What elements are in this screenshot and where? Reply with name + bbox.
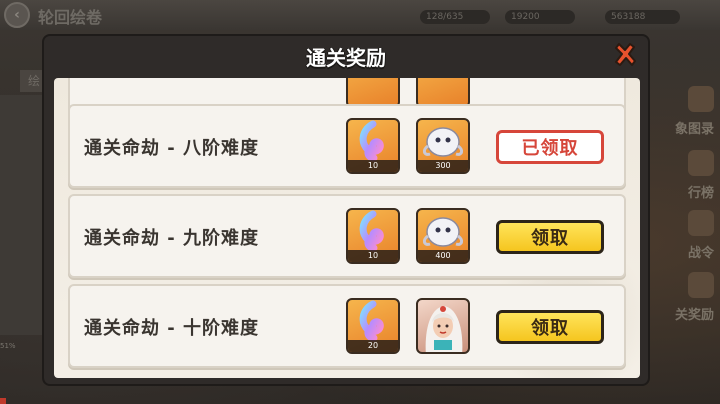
- percent-indicator: 51%: [0, 342, 16, 350]
- modal-title: 通关奖励: [306, 45, 386, 70]
- rewards-modal: 通关奖励 通关命劫 - 八阶难度 10 300 已领取 通关命劫 - 九阶难度 …: [42, 34, 650, 386]
- side-label-gallery[interactable]: 象图录: [650, 86, 720, 137]
- rewards-icon: [688, 272, 714, 298]
- reward-item-character[interactable]: [416, 298, 470, 354]
- top-bar: ‹ 轮回绘卷 128/635 19200 563188: [0, 0, 720, 30]
- back-button[interactable]: ‹: [4, 2, 30, 28]
- side-label-battle-pass[interactable]: 战令: [650, 210, 720, 261]
- reward-item-crystal[interactable]: 10: [346, 118, 400, 174]
- rainbow-crystal-icon: [359, 300, 384, 342]
- reward-item-spirit[interactable]: 300: [416, 118, 470, 174]
- row-label: 通关命劫 - 九阶难度: [84, 228, 260, 249]
- character-portrait-icon: [425, 306, 463, 352]
- ghost-spirit-icon: [422, 127, 464, 157]
- battle-pass-icon: [688, 210, 714, 236]
- red-indicator: [0, 398, 6, 404]
- resource-bar-2: 19200: [505, 10, 575, 24]
- item-quantity: 20: [348, 340, 398, 352]
- reward-row: 通关命劫 - 十阶难度 20 领取: [68, 284, 626, 368]
- left-panel: [0, 95, 48, 335]
- item-quantity: 400: [418, 250, 468, 262]
- side-label-ranking[interactable]: 行榜: [650, 150, 720, 201]
- item-quantity: 10: [348, 250, 398, 262]
- row-label: 通关命劫 - 八阶难度: [84, 138, 260, 159]
- back-arrow-icon: ‹: [14, 7, 20, 23]
- reward-row: 通关命劫 - 八阶难度 10 300 已领取: [68, 104, 626, 188]
- rainbow-crystal-icon: [359, 120, 384, 162]
- claim-button[interactable]: 领取: [496, 310, 604, 344]
- ghost-spirit-icon: [422, 217, 464, 247]
- resource-bar-3: 563188: [605, 10, 680, 24]
- modal-header: 通关奖励: [44, 36, 648, 76]
- reward-list[interactable]: 通关命劫 - 八阶难度 10 300 已领取 通关命劫 - 九阶难度 10 40…: [54, 78, 640, 378]
- item-quantity: 300: [418, 160, 468, 172]
- claimed-button[interactable]: 已领取: [496, 130, 604, 164]
- rainbow-crystal-icon: [359, 210, 384, 252]
- reward-item-crystal[interactable]: 20: [346, 298, 400, 354]
- reward-item-crystal[interactable]: 10: [346, 208, 400, 264]
- claim-button[interactable]: 领取: [496, 220, 604, 254]
- item-quantity: 10: [348, 160, 398, 172]
- reward-row: 通关命劫 - 九阶难度 10 400 领取: [68, 194, 626, 278]
- row-label: 通关命劫 - 十阶难度: [84, 318, 260, 339]
- ranking-icon: [688, 150, 714, 176]
- gallery-icon: [688, 86, 714, 112]
- reward-item-spirit[interactable]: 400: [416, 208, 470, 264]
- top-title: 轮回绘卷: [38, 8, 103, 27]
- resource-bar-1: 128/635: [420, 10, 490, 24]
- close-button[interactable]: [610, 40, 640, 70]
- side-label-rewards[interactable]: 关奖励: [650, 272, 720, 323]
- close-icon: [615, 43, 636, 66]
